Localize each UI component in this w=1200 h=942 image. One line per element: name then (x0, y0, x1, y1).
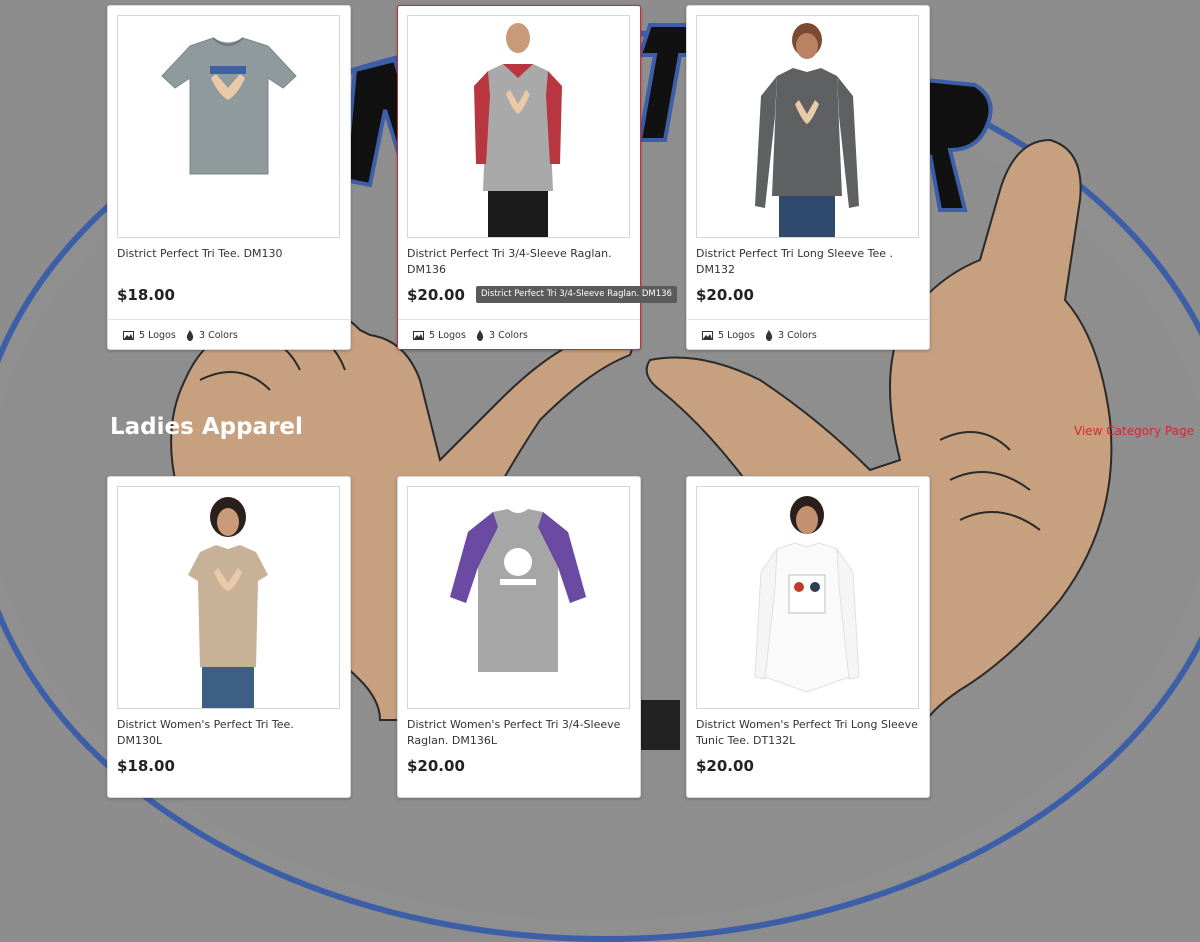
product-image[interactable] (117, 15, 340, 238)
product-image[interactable] (407, 15, 630, 238)
colors-count: 3 Colors (186, 328, 238, 342)
product-card[interactable]: District Perfect Tri Long Sleeve Tee . D… (686, 5, 930, 350)
colors-label: 3 Colors (778, 329, 817, 341)
colors-label: 3 Colors (489, 329, 528, 341)
section-title-ladies-apparel: Ladies Apparel (110, 414, 303, 440)
product-price: $20.00 (407, 757, 465, 775)
product-title[interactable]: District Women's Perfect Tri 3/4-Sleeve … (407, 717, 631, 749)
product-title[interactable]: District Perfect Tri Long Sleeve Tee . D… (696, 246, 920, 278)
product-image[interactable] (407, 486, 630, 709)
womens-tee-model-image (188, 497, 268, 708)
product-price: $20.00 (696, 757, 754, 775)
product-title[interactable]: District Perfect Tri 3/4-Sleeve Raglan. … (407, 246, 631, 278)
tshirt-image (161, 37, 297, 175)
card-divider (687, 319, 929, 320)
product-card[interactable]: District Women's Perfect Tri Tee. DM130L… (107, 476, 351, 798)
product-title[interactable]: District Women's Perfect Tri Long Sleeve… (696, 717, 920, 749)
product-tooltip: District Perfect Tri 3/4-Sleeve Raglan. … (476, 286, 677, 303)
product-title[interactable]: District Perfect Tri Tee. DM130 (117, 246, 341, 262)
droplet-icon (476, 329, 484, 341)
colors-count: 3 Colors (476, 328, 528, 342)
product-price: $20.00 (407, 286, 465, 304)
product-card[interactable]: District Perfect Tri Tee. DM130 $18.00 5… (107, 5, 351, 350)
product-image[interactable] (117, 486, 340, 709)
colors-count: 3 Colors (765, 328, 817, 342)
image-icon (413, 330, 424, 340)
card-divider (398, 319, 640, 320)
logos-label: 5 Logos (429, 329, 466, 341)
droplet-icon (186, 329, 194, 341)
card-divider (108, 319, 350, 320)
long-sleeve-model-image (755, 23, 859, 237)
logos-label: 5 Logos (718, 329, 755, 341)
image-icon (123, 330, 134, 340)
image-icon (702, 330, 713, 340)
product-card[interactable]: District Women's Perfect Tri Long Sleeve… (686, 476, 930, 798)
product-title[interactable]: District Women's Perfect Tri Tee. DM130L (117, 717, 341, 749)
logos-count: 5 Logos (123, 328, 176, 342)
droplet-icon (765, 329, 773, 341)
product-price: $18.00 (117, 757, 175, 775)
logos-label: 5 Logos (139, 329, 176, 341)
colors-label: 3 Colors (199, 329, 238, 341)
product-price: $20.00 (696, 286, 754, 304)
product-image[interactable] (696, 15, 919, 238)
product-price: $18.00 (117, 286, 175, 304)
logos-count: 5 Logos (702, 328, 755, 342)
view-category-page-link[interactable]: View Category Page (1074, 424, 1194, 438)
product-card[interactable]: District Women's Perfect Tri 3/4-Sleeve … (397, 476, 641, 798)
logos-count: 5 Logos (413, 328, 466, 342)
product-image[interactable] (696, 486, 919, 709)
womens-tunic-model-image (754, 496, 860, 693)
raglan-model-image (474, 23, 562, 237)
womens-raglan-image (450, 509, 586, 672)
